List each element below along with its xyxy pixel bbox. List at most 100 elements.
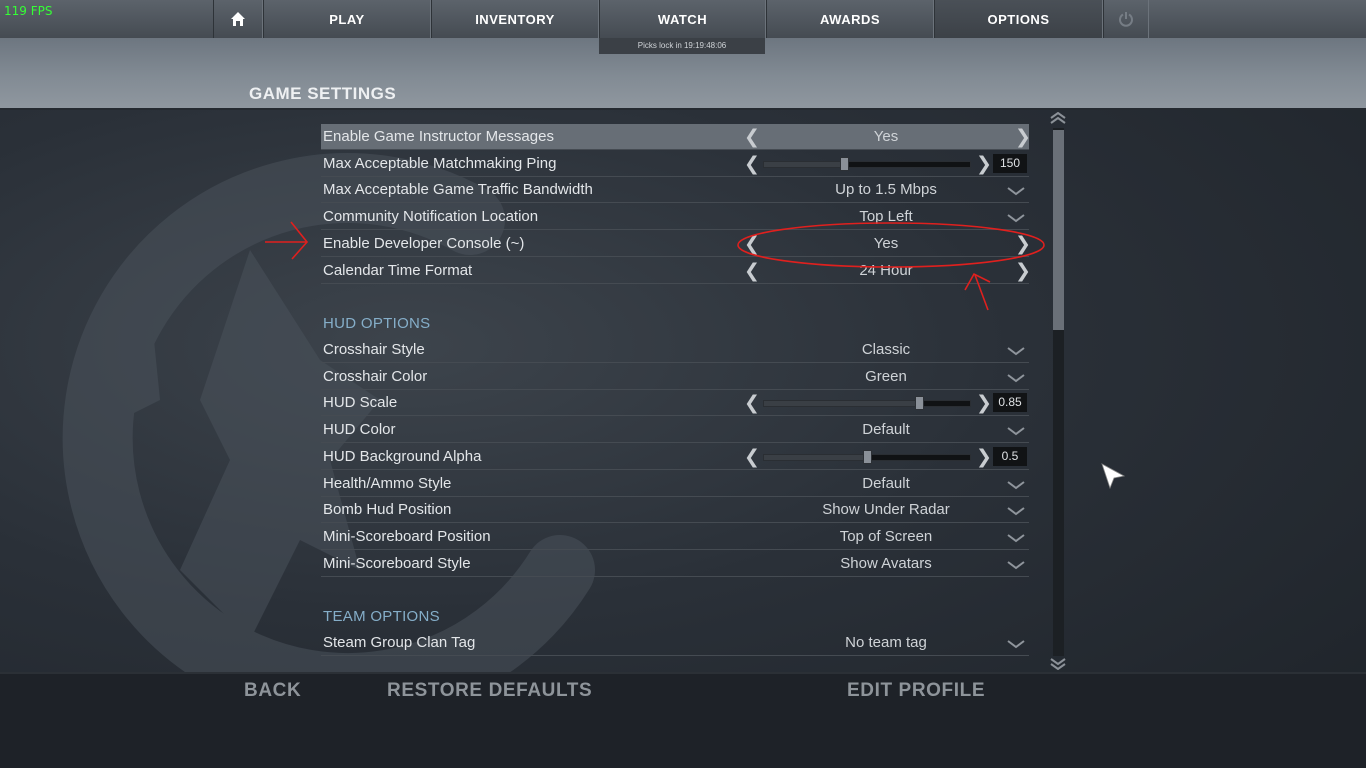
arrow-right-icon[interactable]: ❯: [1015, 126, 1031, 149]
chevron-down-icon[interactable]: [1007, 560, 1025, 570]
setting-row-hud-background-alpha[interactable]: HUD Background Alpha ❮ ❯ 0.5: [321, 444, 1029, 470]
setting-label: Enable Game Instructor Messages: [323, 128, 554, 145]
home-icon: [231, 12, 245, 26]
setting-label: HUD Scale: [323, 394, 398, 412]
home-button[interactable]: [213, 0, 263, 38]
slider-fill: [764, 454, 867, 460]
power-icon: [1119, 12, 1133, 27]
top-nav-bar: PLAY INVENTORY WATCH AWARDS OPTIONS: [0, 0, 1366, 38]
nav-inventory[interactable]: INVENTORY: [431, 0, 599, 38]
setting-value: Green: [865, 367, 907, 385]
slider-decrement-icon[interactable]: ❮: [744, 392, 760, 415]
arrow-right-icon[interactable]: ❯: [1015, 233, 1031, 256]
slider-fill: [764, 161, 845, 167]
setting-label: Mini-Scoreboard Style: [323, 554, 471, 572]
setting-label: Steam Group Clan Tag: [323, 634, 476, 651]
setting-label: Bomb Hud Position: [323, 501, 452, 519]
slider-increment-icon[interactable]: ❯: [976, 446, 992, 469]
slider-track[interactable]: [763, 396, 971, 411]
chevron-down-icon[interactable]: [1007, 346, 1025, 356]
chevron-down-icon[interactable]: [1007, 426, 1025, 436]
setting-row-enable-developer-console[interactable]: Enable Developer Console (~) ❮ Yes ❯: [321, 231, 1031, 257]
setting-row-mini-scoreboard-style[interactable]: Mini-Scoreboard Style Show Avatars: [321, 551, 1029, 577]
bottom-bar: [0, 672, 1366, 768]
chevron-down-icon[interactable]: [1007, 373, 1025, 383]
setting-value: 24 Hour: [859, 261, 913, 279]
slider-thumb[interactable]: [914, 396, 924, 411]
setting-value: Default: [862, 474, 910, 492]
picks-lock-timer: Picks lock in 19:19:48:06: [599, 38, 765, 54]
setting-row-hud-scale[interactable]: HUD Scale ❮ ❯ 0.85: [321, 390, 1029, 417]
slider-thumb[interactable]: [840, 156, 850, 171]
setting-value: No team tag: [845, 634, 927, 651]
scroll-down-arrow[interactable]: [1048, 656, 1068, 670]
slider-thumb[interactable]: [863, 449, 872, 464]
restore-defaults-button[interactable]: RESTORE DEFAULTS: [387, 680, 592, 702]
arrow-right-icon[interactable]: ❯: [1015, 260, 1031, 283]
nav-options[interactable]: OPTIONS: [934, 0, 1103, 38]
edit-profile-button[interactable]: EDIT PROFILE: [847, 680, 985, 702]
fps-counter: 119 FPS: [4, 4, 53, 18]
page-title: GAME SETTINGS: [249, 84, 397, 103]
setting-row-crosshair-color[interactable]: Crosshair Color Green: [321, 364, 1029, 390]
section-heading-team: TEAM OPTIONS: [323, 608, 440, 625]
setting-label: Health/Ammo Style: [323, 474, 452, 492]
power-button[interactable]: [1103, 0, 1149, 38]
slider-value: 150: [993, 153, 1027, 173]
setting-label: Mini-Scoreboard Position: [323, 527, 491, 545]
scrollbar-thumb[interactable]: [1053, 130, 1064, 330]
setting-row-bomb-hud-position[interactable]: Bomb Hud Position Show Under Radar: [321, 497, 1029, 524]
setting-label: Calendar Time Format: [323, 261, 473, 279]
scroll-up-arrow[interactable]: [1048, 112, 1068, 126]
setting-row-max-acceptable-game-traffic-bandwidth[interactable]: Max Acceptable Game Traffic Bandwidth Up …: [321, 177, 1029, 204]
slider-track[interactable]: [763, 449, 971, 464]
slider-value: 0.5: [993, 446, 1027, 466]
slider-track[interactable]: [763, 156, 971, 171]
setting-row-health-ammo-style[interactable]: Health/Ammo Style Default: [321, 471, 1029, 497]
setting-row-max-acceptable-matchmaking-ping[interactable]: Max Acceptable Matchmaking Ping ❮ ❯ 150: [321, 151, 1029, 177]
setting-row-community-notification-location[interactable]: Community Notification Location Top Left: [321, 204, 1029, 231]
settings-list: Enable Game Instructor Messages ❮ Yes ❯ Max …: [321, 124, 1031, 660]
nav-watch[interactable]: WATCH: [599, 0, 766, 38]
chevron-down-icon[interactable]: [1007, 480, 1025, 490]
setting-label: Max Acceptable Game Traffic Bandwidth: [323, 181, 593, 199]
slider-decrement-icon[interactable]: ❮: [744, 153, 760, 176]
slider-fill: [764, 401, 919, 407]
setting-label: Enable Developer Console (~): [323, 234, 525, 252]
setting-value: Top of Screen: [839, 527, 933, 545]
chevron-down-icon[interactable]: [1007, 639, 1025, 649]
setting-label: HUD Background Alpha: [323, 447, 482, 465]
slider-value: 0.85: [993, 393, 1027, 413]
setting-row-calendar-time-format[interactable]: Calendar Time Format ❮ 24 Hour ❯: [321, 258, 1031, 284]
chevron-down-icon[interactable]: [1007, 186, 1025, 196]
nav-awards[interactable]: AWARDS: [766, 0, 934, 38]
section-heading-hud: HUD OPTIONS: [323, 315, 431, 332]
back-button[interactable]: BACK: [244, 680, 301, 702]
setting-row-hud-color[interactable]: HUD Color Default: [321, 417, 1029, 444]
setting-row-steam-group-clan-tag[interactable]: Steam Group Clan Tag No team tag: [321, 630, 1029, 656]
chevron-down-icon[interactable]: [1007, 213, 1025, 223]
chevron-down-icon[interactable]: [1007, 506, 1025, 516]
setting-label: Community Notification Location: [323, 208, 539, 226]
setting-value: Up to 1.5 Mbps: [835, 181, 937, 199]
setting-value: Show Under Radar: [822, 501, 950, 519]
slider-increment-icon[interactable]: ❯: [976, 392, 992, 415]
setting-value: Classic: [861, 341, 911, 358]
setting-value: Default: [862, 421, 910, 439]
slider-decrement-icon[interactable]: ❮: [744, 446, 760, 469]
setting-row-mini-scoreboard-position[interactable]: Mini-Scoreboard Position Top of Screen: [321, 524, 1029, 550]
setting-label: HUD Color: [323, 421, 396, 439]
setting-label: Crosshair Style: [323, 341, 425, 358]
setting-value: Yes: [873, 128, 899, 145]
setting-row-enable-game-instructor-messages[interactable]: Enable Game Instructor Messages ❮ Yes ❯: [321, 124, 1031, 150]
mouse-cursor-icon: [1101, 463, 1126, 490]
slider-increment-icon[interactable]: ❯: [976, 153, 992, 176]
setting-value: Top Left: [859, 208, 913, 226]
setting-row-crosshair-style[interactable]: Crosshair Style Classic: [321, 337, 1029, 363]
nav-play[interactable]: PLAY: [263, 0, 431, 38]
setting-value: Show Avatars: [840, 554, 932, 572]
chevron-down-icon[interactable]: [1007, 533, 1025, 543]
setting-label: Max Acceptable Matchmaking Ping: [323, 154, 557, 172]
setting-label: Crosshair Color: [323, 367, 428, 385]
setting-value: Yes: [873, 234, 899, 252]
